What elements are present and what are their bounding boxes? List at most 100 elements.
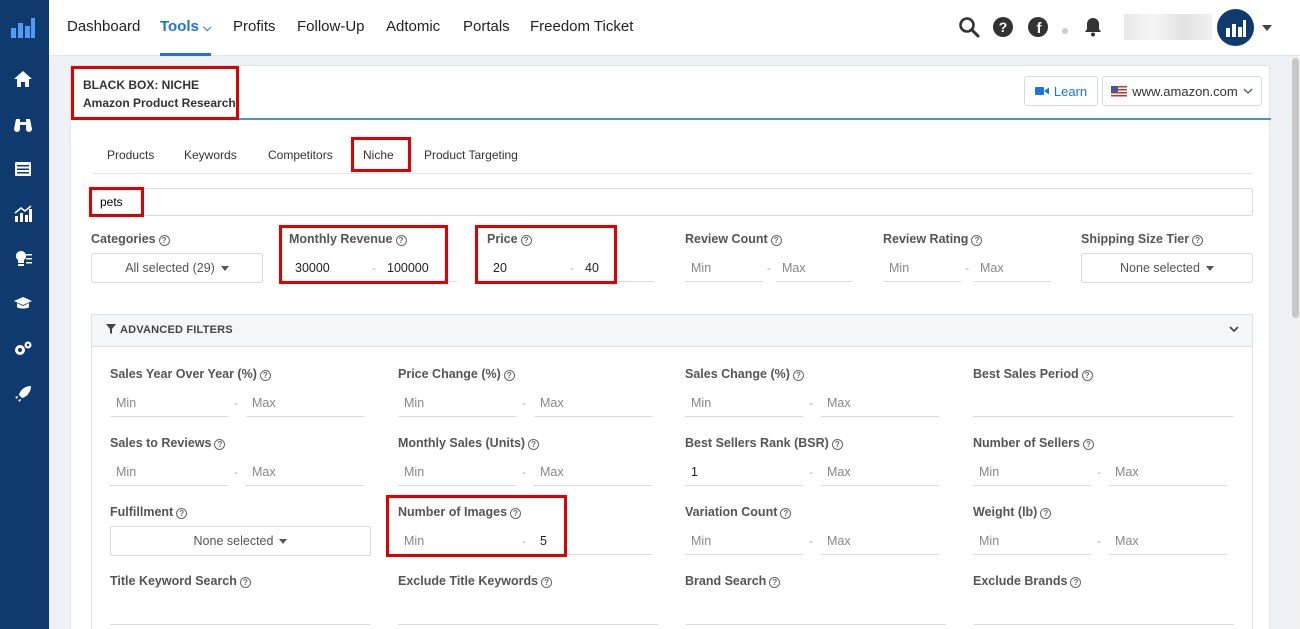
help-icon[interactable]: ? (176, 508, 188, 519)
sales-to-reviews-min[interactable]: Min (110, 458, 228, 486)
account-chevron-down-icon[interactable] (1261, 21, 1273, 33)
help-icon[interactable]: ? (1082, 439, 1094, 450)
nav-dashboard[interactable]: Dashboard (67, 18, 140, 35)
weight-min[interactable]: Min (973, 527, 1091, 555)
nav-adtomic[interactable]: Adtomic (386, 18, 440, 35)
nav-tools[interactable]: Tools ⌵ (160, 18, 211, 35)
learn-button[interactable]: Learn (1024, 76, 1098, 106)
marketplace-select[interactable]: www.amazon.com (1102, 76, 1262, 106)
home-icon[interactable] (12, 68, 34, 90)
sales-change-min[interactable]: Min (685, 389, 803, 417)
help-icon[interactable]: ? (831, 439, 843, 450)
search-icon[interactable] (958, 16, 980, 38)
sidebar (0, 0, 49, 629)
review-count-range: Min - Max (685, 254, 853, 282)
help-icon[interactable]: ? (780, 508, 792, 519)
sales-to-reviews-range: Min - Max (110, 458, 364, 486)
monthly-sales-min[interactable]: Min (398, 458, 516, 486)
help-icon[interactable]: ? (528, 439, 540, 450)
binoculars-icon[interactable] (12, 113, 34, 135)
nav-profits[interactable]: Profits (233, 18, 276, 35)
rocket-icon[interactable] (12, 383, 34, 405)
sales-yoy-min[interactable]: Min (110, 389, 228, 417)
help-icon[interactable]: ? (992, 16, 1014, 38)
sales-yoy-range: Min - Max (110, 389, 364, 417)
help-icon[interactable]: ? (769, 577, 781, 588)
review-rating-max[interactable]: Max (974, 254, 1051, 282)
exclude-title-label: Exclude Title Keywords? (398, 574, 553, 588)
help-icon[interactable]: ? (1070, 577, 1082, 588)
graduation-icon[interactable] (12, 293, 34, 315)
sales-yoy-max[interactable]: Max (246, 389, 364, 417)
bell-icon[interactable] (1082, 16, 1104, 38)
search-input[interactable] (92, 189, 1252, 215)
review-count-min[interactable]: Min (685, 254, 763, 282)
tab-keywords[interactable]: Keywords (184, 148, 237, 162)
lightbulb-icon[interactable] (12, 248, 34, 270)
help-icon[interactable]: ? (1192, 235, 1204, 246)
nav-follow-up[interactable]: Follow-Up (297, 18, 365, 35)
bsr-max[interactable]: Max (821, 458, 939, 486)
help-icon[interactable]: ? (1040, 508, 1052, 519)
highlight-price (475, 225, 617, 284)
price-change-max[interactable]: Max (534, 389, 652, 417)
tab-competitors[interactable]: Competitors (268, 148, 333, 162)
keyword-search-field[interactable] (91, 188, 1253, 216)
nav-freedom-ticket[interactable]: Freedom Ticket (530, 18, 633, 35)
help-icon[interactable]: ? (541, 577, 553, 588)
variation-count-range: Min - Max (685, 527, 939, 555)
variation-count-max[interactable]: Max (821, 527, 939, 555)
shipping-size-dropdown[interactable]: None selected (1081, 253, 1253, 283)
list-icon[interactable] (12, 158, 34, 180)
monthly-sales-max[interactable]: Max (534, 458, 652, 486)
help-icon[interactable]: ? (1081, 370, 1093, 381)
advanced-filters-header[interactable]: ADVANCED FILTERS (92, 315, 1252, 347)
app-logo-icon[interactable] (10, 15, 36, 39)
help-icon[interactable]: ? (214, 439, 226, 450)
sales-change-max[interactable]: Max (821, 389, 939, 417)
review-rating-min[interactable]: Min (883, 254, 961, 282)
variation-count-min[interactable]: Min (685, 527, 803, 555)
num-sellers-max[interactable]: Max (1109, 458, 1227, 486)
analytics-icon[interactable] (12, 203, 34, 225)
help-icon[interactable]: ? (239, 577, 251, 588)
help-icon[interactable]: ? (503, 370, 515, 381)
page-scrollbar[interactable] (1291, 56, 1300, 629)
title-keyword-input[interactable] (110, 597, 371, 625)
review-count-max[interactable]: Max (776, 254, 853, 282)
categories-dropdown[interactable]: All selected (29) (91, 253, 263, 283)
facebook-icon[interactable]: f (1027, 16, 1049, 38)
tab-product-targeting[interactable]: Product Targeting (424, 148, 518, 162)
nav-tools-label: Tools (160, 18, 199, 35)
sales-yoy-label: Sales Year Over Year (%)? (110, 367, 271, 381)
help-icon[interactable]: ? (971, 235, 983, 246)
help-icon[interactable]: ? (158, 235, 170, 246)
range-dash: - (809, 534, 813, 548)
nav-portals[interactable]: Portals (463, 18, 510, 35)
help-icon[interactable]: ? (792, 370, 804, 381)
us-flag-icon (1111, 85, 1128, 97)
bsr-min[interactable]: 1 (685, 458, 803, 486)
bsr-range: 1 - Max (685, 458, 939, 486)
range-dash: - (1097, 465, 1101, 479)
brand-search-input[interactable] (685, 597, 946, 625)
exclude-title-input[interactable] (398, 597, 659, 625)
best-sales-period-select[interactable] (973, 389, 1234, 417)
price-change-min[interactable]: Min (398, 389, 516, 417)
weight-max[interactable]: Max (1109, 527, 1227, 555)
help-icon[interactable]: ? (770, 235, 782, 246)
scrollbar-thumb[interactable] (1292, 58, 1299, 318)
tab-products[interactable]: Products (107, 148, 154, 162)
exclude-brands-input[interactable] (973, 597, 1234, 625)
num-sellers-min[interactable]: Min (973, 458, 1091, 486)
sales-to-reviews-max[interactable]: Max (246, 458, 364, 486)
fulfillment-dropdown[interactable]: None selected (110, 526, 371, 556)
chevron-down-icon[interactable] (1228, 324, 1240, 334)
help-icon[interactable]: ? (259, 370, 271, 381)
filter-icon (106, 324, 116, 334)
marketplace-label: www.amazon.com (1132, 83, 1238, 99)
avatar[interactable] (1217, 9, 1254, 46)
gears-icon[interactable] (12, 338, 34, 360)
card-header: BLACK BOX: NICHE Amazon Product Research… (71, 66, 1271, 120)
nav-active-indicator (160, 53, 211, 56)
